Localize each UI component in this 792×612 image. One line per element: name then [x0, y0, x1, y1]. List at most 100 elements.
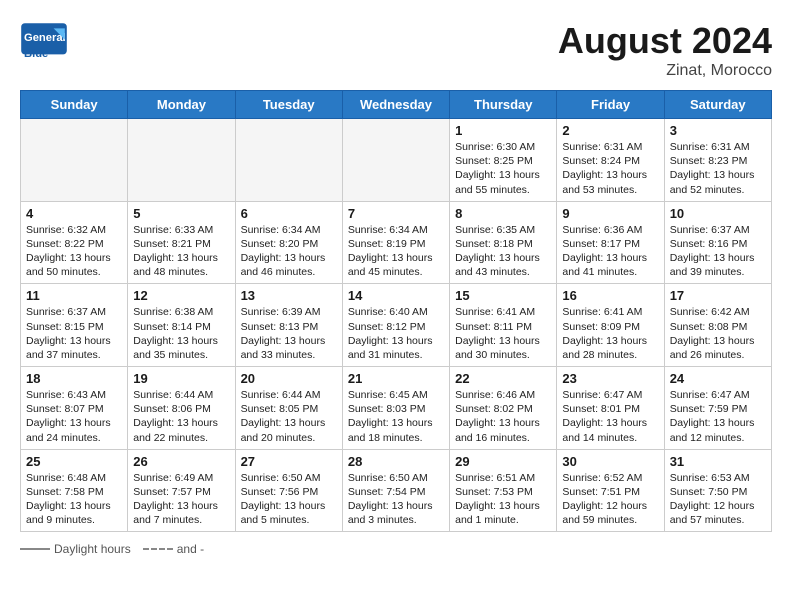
- cell-text-11: Sunrise: 6:37 AMSunset: 8:15 PMDaylight:…: [26, 305, 122, 362]
- date-num-3: 3: [670, 123, 766, 138]
- footer-and-dash: and -: [143, 542, 204, 556]
- cell-w5-d2: 26 Sunrise: 6:49 AMSunset: 7:57 PMDayligh…: [128, 449, 235, 532]
- cell-text-20: Sunrise: 6:44 AMSunset: 8:05 PMDaylight:…: [241, 388, 337, 445]
- cell-text-27: Sunrise: 6:50 AMSunset: 7:56 PMDaylight:…: [241, 471, 337, 528]
- cell-text-28: Sunrise: 6:50 AMSunset: 7:54 PMDaylight:…: [348, 471, 444, 528]
- cell-w4-d3: 20 Sunrise: 6:44 AMSunset: 8:05 PMDayligh…: [235, 367, 342, 450]
- date-num-24: 24: [670, 371, 766, 386]
- cell-text-13: Sunrise: 6:39 AMSunset: 8:13 PMDaylight:…: [241, 305, 337, 362]
- cell-text-7: Sunrise: 6:34 AMSunset: 8:19 PMDaylight:…: [348, 223, 444, 280]
- cell-text-8: Sunrise: 6:35 AMSunset: 8:18 PMDaylight:…: [455, 223, 551, 280]
- cell-w1-d5: 1 Sunrise: 6:30 AMSunset: 8:25 PMDaylight…: [450, 119, 557, 202]
- logo: General Blue: [20, 20, 68, 68]
- date-num-15: 15: [455, 288, 551, 303]
- cell-w3-d1: 11Sunrise: 6:37 AMSunset: 8:15 PMDayligh…: [21, 284, 128, 367]
- calendar-table: Sunday Monday Tuesday Wednesday Thursday…: [20, 90, 772, 532]
- cell-text-1: Sunrise: 6:30 AMSunset: 8:25 PMDaylight:…: [455, 140, 551, 197]
- cell-text-17: Sunrise: 6:42 AMSunset: 8:08 PMDaylight:…: [670, 305, 766, 362]
- cell-w3-d3: 13 Sunrise: 6:39 AMSunset: 8:13 PMDayligh…: [235, 284, 342, 367]
- cell-w3-d5: 15 Sunrise: 6:41 AMSunset: 8:11 PMDayligh…: [450, 284, 557, 367]
- cell-w4-d5: 22Sunrise: 6:46 AMSunset: 8:02 PMDayligh…: [450, 367, 557, 450]
- daylight-line-icon: [20, 548, 50, 550]
- date-num-29: 29: [455, 454, 551, 469]
- cell-w5-d5: 29Sunrise: 6:51 AMSunset: 7:53 PMDayligh…: [450, 449, 557, 532]
- date-num-14: 14: [348, 288, 444, 303]
- date-num-10: 10: [670, 206, 766, 221]
- cell-text-25: Sunrise: 6:48 AMSunset: 7:58 PMDaylight:…: [26, 471, 122, 528]
- cell-text-9: Sunrise: 6:36 AMSunset: 8:17 PMDaylight:…: [562, 223, 658, 280]
- cell-text-14: Sunrise: 6:40 AMSunset: 8:12 PMDaylight:…: [348, 305, 444, 362]
- calendar-header-row: Sunday Monday Tuesday Wednesday Thursday…: [21, 91, 772, 119]
- cell-w5-d1: 25 Sunrise: 6:48 AMSunset: 7:58 PMDayligh…: [21, 449, 128, 532]
- date-num-26: 26: [133, 454, 229, 469]
- cell-w5-d7: 31Sunrise: 6:53 AMSunset: 7:50 PMDayligh…: [664, 449, 771, 532]
- cell-w3-d2: 12Sunrise: 6:38 AMSunset: 8:14 PMDayligh…: [128, 284, 235, 367]
- cell-w4-d7: 24 Sunrise: 6:47 AMSunset: 7:59 PMDayligh…: [664, 367, 771, 450]
- cell-text-18: Sunrise: 6:43 AMSunset: 8:07 PMDaylight:…: [26, 388, 122, 445]
- cell-w3-d4: 14 Sunrise: 6:40 AMSunset: 8:12 PMDayligh…: [342, 284, 449, 367]
- date-num-7: 7: [348, 206, 444, 221]
- week-row-2: 4Sunrise: 6:32 AMSunset: 8:22 PMDaylight…: [21, 201, 772, 284]
- cell-text-10: Sunrise: 6:37 AMSunset: 8:16 PMDaylight:…: [670, 223, 766, 280]
- cell-w3-d7: 17 Sunrise: 6:42 AMSunset: 8:08 PMDayligh…: [664, 284, 771, 367]
- col-thursday: Thursday: [450, 91, 557, 119]
- cell-text-31: Sunrise: 6:53 AMSunset: 7:50 PMDaylight:…: [670, 471, 766, 528]
- date-num-2: 2: [562, 123, 658, 138]
- cell-text-2: Sunrise: 6:31 AMSunset: 8:24 PMDaylight:…: [562, 140, 658, 197]
- cell-text-15: Sunrise: 6:41 AMSunset: 8:11 PMDaylight:…: [455, 305, 551, 362]
- cell-w1-d3: [235, 119, 342, 202]
- and-dash-label: and -: [177, 542, 204, 556]
- cell-w2-d7: 10 Sunrise: 6:37 AMSunset: 8:16 PMDayligh…: [664, 201, 771, 284]
- and-dash-line-icon: [143, 548, 173, 550]
- cell-w1-d1: [21, 119, 128, 202]
- cell-text-4: Sunrise: 6:32 AMSunset: 8:22 PMDaylight:…: [26, 223, 122, 280]
- cell-w1-d2: [128, 119, 235, 202]
- cell-w4-d6: 23Sunrise: 6:47 AMSunset: 8:01 PMDayligh…: [557, 367, 664, 450]
- cell-w2-d6: 9Sunrise: 6:36 AMSunset: 8:17 PMDaylight…: [557, 201, 664, 284]
- month-title: August 2024: [558, 20, 772, 62]
- cell-w2-d5: 8Sunrise: 6:35 AMSunset: 8:18 PMDaylight…: [450, 201, 557, 284]
- cell-text-3: Sunrise: 6:31 AMSunset: 8:23 PMDaylight:…: [670, 140, 766, 197]
- cell-text-6: Sunrise: 6:34 AMSunset: 8:20 PMDaylight:…: [241, 223, 337, 280]
- col-tuesday: Tuesday: [235, 91, 342, 119]
- cell-w2-d4: 7 Sunrise: 6:34 AMSunset: 8:19 PMDaylight…: [342, 201, 449, 284]
- date-num-16: 16: [562, 288, 658, 303]
- title-block: August 2024 Zinat, Morocco: [558, 20, 772, 80]
- col-monday: Monday: [128, 91, 235, 119]
- date-num-18: 18: [26, 371, 122, 386]
- cell-text-26: Sunrise: 6:49 AMSunset: 7:57 PMDaylight:…: [133, 471, 229, 528]
- date-num-27: 27: [241, 454, 337, 469]
- footer: Daylight hours and -: [20, 542, 772, 556]
- cell-w4-d1: 18 Sunrise: 6:43 AMSunset: 8:07 PMDayligh…: [21, 367, 128, 450]
- cell-w2-d3: 6 Sunrise: 6:34 AMSunset: 8:20 PMDaylight…: [235, 201, 342, 284]
- date-num-12: 12: [133, 288, 229, 303]
- col-friday: Friday: [557, 91, 664, 119]
- date-num-5: 5: [133, 206, 229, 221]
- week-row-5: 25 Sunrise: 6:48 AMSunset: 7:58 PMDayligh…: [21, 449, 772, 532]
- cell-text-24: Sunrise: 6:47 AMSunset: 7:59 PMDaylight:…: [670, 388, 766, 445]
- date-num-19: 19: [133, 371, 229, 386]
- cell-w4-d2: 19Sunrise: 6:44 AMSunset: 8:06 PMDayligh…: [128, 367, 235, 450]
- date-num-13: 13: [241, 288, 337, 303]
- cell-w2-d1: 4Sunrise: 6:32 AMSunset: 8:22 PMDaylight…: [21, 201, 128, 284]
- cell-text-5: Sunrise: 6:33 AMSunset: 8:21 PMDaylight:…: [133, 223, 229, 280]
- date-num-17: 17: [670, 288, 766, 303]
- col-sunday: Sunday: [21, 91, 128, 119]
- cell-text-16: Sunrise: 6:41 AMSunset: 8:09 PMDaylight:…: [562, 305, 658, 362]
- date-num-25: 25: [26, 454, 122, 469]
- cell-w1-d6: 2 Sunrise: 6:31 AMSunset: 8:24 PMDaylight…: [557, 119, 664, 202]
- date-num-20: 20: [241, 371, 337, 386]
- date-num-30: 30: [562, 454, 658, 469]
- week-row-3: 11Sunrise: 6:37 AMSunset: 8:15 PMDayligh…: [21, 284, 772, 367]
- date-num-23: 23: [562, 371, 658, 386]
- col-saturday: Saturday: [664, 91, 771, 119]
- svg-text:Blue: Blue: [24, 48, 48, 60]
- cell-w1-d4: [342, 119, 449, 202]
- date-num-6: 6: [241, 206, 337, 221]
- cell-w4-d4: 21Sunrise: 6:45 AMSunset: 8:03 PMDayligh…: [342, 367, 449, 450]
- logo-svg-icon: General Blue: [20, 20, 68, 68]
- date-num-1: 1: [455, 123, 551, 138]
- daylight-label: Daylight hours: [54, 542, 131, 556]
- footer-daylight: Daylight hours: [20, 542, 131, 556]
- cell-w5-d6: 30Sunrise: 6:52 AMSunset: 7:51 PMDayligh…: [557, 449, 664, 532]
